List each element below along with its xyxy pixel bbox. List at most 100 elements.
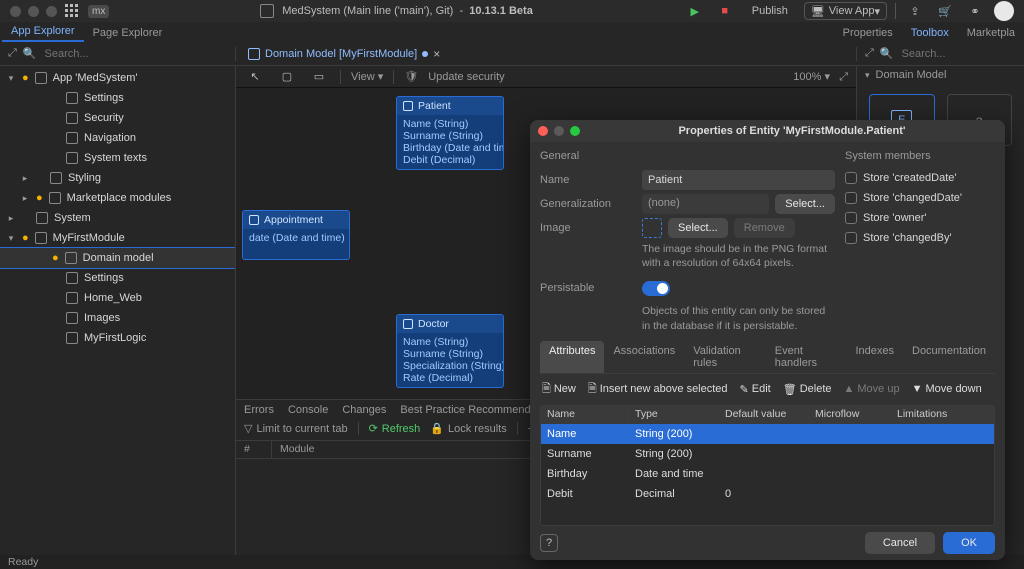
tree-item[interactable]: ▸System [0,208,235,228]
item-icon [66,292,78,304]
attribute-row[interactable]: SurnameString (200) [541,444,994,464]
bottom-tab[interactable]: Best Practice Recommender [400,404,540,416]
refresh-button[interactable]: ⟳Refresh [369,422,421,435]
label-persistable: Persistable [540,282,636,294]
run-button[interactable]: ▶ [684,2,706,20]
entity-box[interactable]: Appointmentdate (Date and time) [242,210,350,260]
avatar[interactable] [994,1,1014,21]
attr-new-button[interactable]: 🗎New [542,380,576,399]
tree-item[interactable]: MyFirstLogic [0,328,235,348]
tree-item[interactable]: ▾●MyFirstModule [0,228,235,248]
tree-item[interactable]: Settings [0,268,235,288]
item-icon [50,172,62,184]
view-menu[interactable]: View ▾ [351,70,383,83]
tree-item[interactable]: ▸Styling [0,168,235,188]
cursor-tool-icon[interactable]: ↖ [244,68,266,86]
link-icon[interactable]: ⚭ [964,2,986,20]
tree-item-label: Images [84,312,235,324]
tab-toolbox[interactable]: Toolbox [902,24,958,42]
tab-app-explorer[interactable]: App Explorer [2,22,84,42]
stop-button[interactable]: ■ [714,2,736,20]
persistable-toggle[interactable] [642,281,670,296]
dialog-subtab[interactable]: Attributes [540,341,604,373]
item-icon [35,232,47,244]
publish-button[interactable]: Publish [744,2,796,20]
fullscreen-icon[interactable]: ⤢ [839,71,848,83]
item-icon [65,252,77,264]
tree-item[interactable]: ▾●App 'MedSystem' [0,68,235,88]
tree-item[interactable]: Navigation [0,128,235,148]
edit-icon: ✎ [740,383,749,396]
bottom-tab[interactable]: Console [288,404,328,416]
checkbox-icon [845,192,857,204]
bottom-tab[interactable]: Errors [244,404,274,416]
item-icon [66,92,78,104]
entity-box[interactable]: PatientName (String)Surname (String)Birt… [396,96,504,170]
attribute-row[interactable]: NameString (200) [541,424,994,444]
tree-item[interactable]: ▸●Marketplace modules [0,188,235,208]
tree-item-label: Security [84,112,235,124]
apps-icon[interactable] [65,4,80,19]
share-icon[interactable]: ⇪ [904,2,926,20]
image-select-button[interactable]: Select... [668,218,728,238]
app-version: 10.13.1 Beta [469,5,533,17]
tab-marketplace[interactable]: Marketpla [958,24,1024,42]
generalization-select-button[interactable]: Select... [775,194,835,214]
attributes-grid[interactable]: Name Type Default value Microflow Limita… [540,405,995,526]
bottom-tab[interactable]: Changes [342,404,386,416]
system-member-checkbox[interactable]: Store 'owner' [845,208,995,228]
window-controls[interactable] [10,6,57,17]
dialog-subtab[interactable]: Associations [604,341,684,373]
attr-insert-button[interactable]: 🗎Insert new above selected [588,380,728,399]
entity-attr: date (Date and time) [249,232,343,244]
tree-item[interactable]: Settings [0,88,235,108]
attribute-row[interactable]: BirthdayDate and time [541,464,994,484]
system-member-checkbox[interactable]: Store 'changedBy' [845,228,995,248]
view-app-button[interactable]: 🖥 View App ▾ [804,2,887,20]
tree-item[interactable]: System texts [0,148,235,168]
system-member-checkbox[interactable]: Store 'changedDate' [845,188,995,208]
dialog-subtab[interactable]: Event handlers [766,341,847,373]
annotation-tool-icon[interactable]: ▭ [308,68,330,86]
tree-item[interactable]: Home_Web [0,288,235,308]
tree-item[interactable]: Images [0,308,235,328]
cancel-button[interactable]: Cancel [865,532,935,554]
lock-results-button[interactable]: 🔒Lock results [430,422,506,435]
zoom-level[interactable]: 100% [793,71,821,83]
attr-delete-button[interactable]: 🗑Delete [783,383,832,396]
dialog-subtab[interactable]: Validation rules [684,341,766,373]
update-security-button[interactable]: Update security [428,71,504,83]
col-name: Name [541,406,629,424]
limit-to-tab-toggle[interactable]: ▽Limit to current tab [244,422,348,435]
expand-icon[interactable]: ⤢ [865,47,874,60]
system-member-checkbox[interactable]: Store 'createdDate' [845,168,995,188]
attr-movedown-button[interactable]: ▼ Move down [912,383,982,395]
entity-tool-icon[interactable]: ▢ [276,68,298,86]
search-icon: 🔍 [23,47,37,60]
document-tab[interactable]: Domain Model [MyFirstModule] × [244,45,444,63]
label-name: Name [540,174,636,186]
entity-attr: Surname (String) [403,130,497,142]
dialog-subtab[interactable]: Documentation [903,341,995,373]
col-microflow: Microflow [809,406,891,424]
tab-page-explorer[interactable]: Page Explorer [84,24,172,42]
name-field[interactable] [642,170,835,190]
chevron-down-icon[interactable]: ▾ [865,70,870,81]
tab-properties[interactable]: Properties [834,24,902,42]
attribute-row[interactable]: DebitDecimal0 [541,484,994,504]
dialog-subtab[interactable]: Indexes [846,341,903,373]
help-button[interactable]: ? [540,534,558,552]
entity-icon [249,215,259,225]
entity-box[interactable]: DoctorName (String)Surname (String)Speci… [396,314,504,388]
ok-button[interactable]: OK [943,532,995,554]
explorer-search-input[interactable] [43,47,227,61]
attr-edit-button[interactable]: ✎Edit [740,383,771,396]
cart-icon[interactable]: 🛒 [934,2,956,20]
tree-item[interactable]: Security [0,108,235,128]
close-tab-icon[interactable]: × [433,47,440,61]
toolbox-search-input[interactable] [900,47,1024,61]
dialog-window-controls[interactable] [538,126,580,136]
tree-item[interactable]: ●Domain model [0,248,235,268]
expand-all-icon[interactable]: ⤢ [8,47,17,60]
tree-item-label: System [54,212,235,224]
